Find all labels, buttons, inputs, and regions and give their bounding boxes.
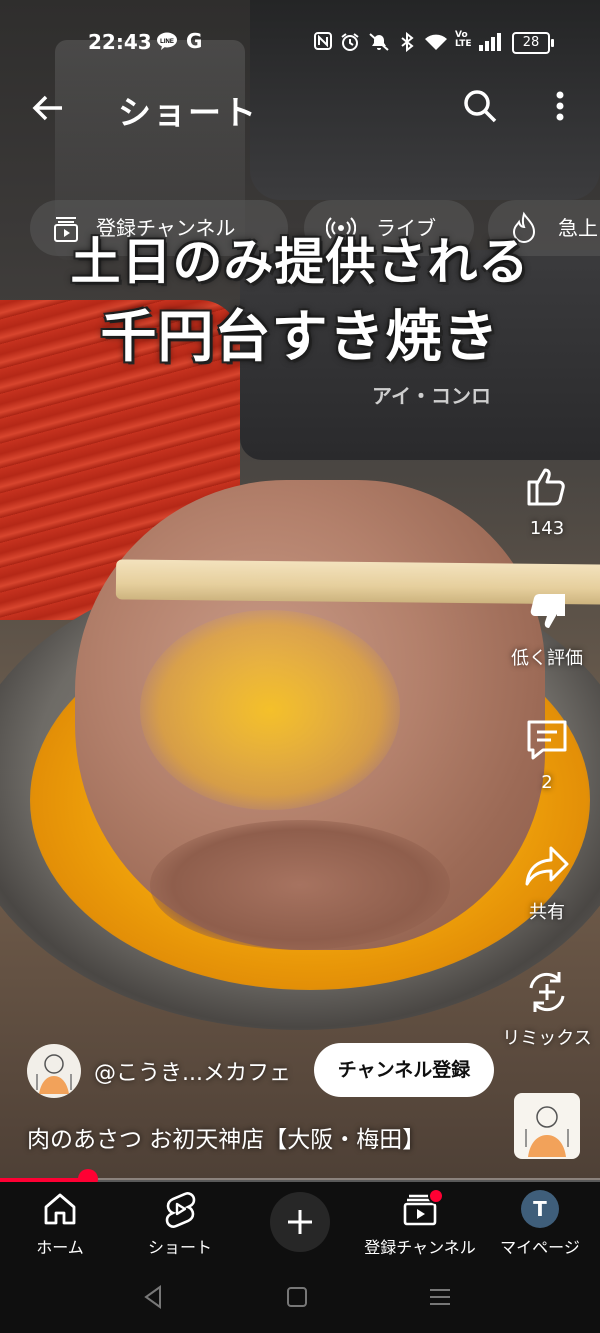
notification-dot: [428, 1188, 444, 1204]
nfc-icon: [314, 32, 332, 55]
video-title[interactable]: 肉のあさつ お初天神店【大阪・梅田】: [27, 1120, 425, 1154]
nav-my-page[interactable]: T マイページ: [480, 1190, 600, 1258]
search-button[interactable]: [460, 86, 500, 126]
alarm-icon: [340, 32, 360, 57]
status-time: 22:43: [88, 30, 152, 54]
page-title: ショート: [118, 93, 258, 132]
system-home-icon[interactable]: [282, 1282, 312, 1312]
more-vert-icon: [556, 91, 564, 121]
bottom-navigation: ホーム ショート 登録チャンネル T マイページ: [0, 1182, 600, 1262]
thumbnail-illustration: [525, 1106, 569, 1157]
remix-button[interactable]: リミックス: [500, 968, 594, 1050]
subscribe-button[interactable]: チャンネル登録: [314, 1043, 494, 1097]
more-options-button[interactable]: [545, 86, 575, 126]
home-icon: [44, 1193, 76, 1225]
like-count: 143: [529, 518, 565, 539]
video-caption-line-1: 土日のみ提供される: [70, 233, 530, 291]
shorts-screen: アイ・コンロ 22:43 LINE G Vo LTE 28 ショート 登録チャン…: [0, 0, 600, 1333]
wifi-icon: [424, 32, 448, 57]
channel-avatar-illustration: [36, 1054, 72, 1094]
avatar: T: [521, 1190, 559, 1228]
comment-count: 2: [541, 772, 553, 793]
system-back-icon[interactable]: [138, 1282, 168, 1312]
dislike-button[interactable]: 低く評価: [500, 588, 594, 670]
plus-icon: [288, 1210, 312, 1234]
remix-icon: [529, 972, 565, 1012]
line-icon: LINE: [156, 32, 178, 55]
share-icon: [525, 846, 569, 886]
google-icon: G: [186, 29, 203, 53]
channel-name[interactable]: @こうき...メカフェ: [94, 1055, 291, 1087]
share-label: 共有: [529, 902, 565, 923]
nav-home[interactable]: ホーム: [0, 1190, 120, 1258]
nav-label: ホーム: [36, 1238, 84, 1257]
egg-coating: [140, 610, 400, 810]
search-icon: [464, 90, 497, 123]
volte-icon: Vo LTE: [455, 30, 472, 49]
nav-label: 登録チャンネル: [364, 1238, 476, 1257]
remix-label: リミックス: [502, 1028, 592, 1049]
nav-subscriptions[interactable]: 登録チャンネル: [360, 1190, 480, 1258]
top-app-bar: ショート: [0, 80, 600, 140]
back-arrow-icon: [32, 95, 62, 121]
nav-shorts[interactable]: ショート: [120, 1190, 240, 1258]
system-navigation-bar: [0, 1262, 600, 1333]
system-recents-icon[interactable]: [425, 1282, 455, 1312]
like-button[interactable]: 143: [500, 462, 594, 539]
thumbs-up-icon: [527, 468, 565, 506]
comment-icon: [527, 720, 567, 760]
shorts-icon: [165, 1192, 196, 1228]
sound-remix-thumbnail[interactable]: [514, 1093, 580, 1159]
battery-icon: 28: [512, 32, 554, 54]
back-button[interactable]: [28, 88, 68, 128]
channel-avatar[interactable]: [27, 1044, 81, 1098]
nav-label: マイページ: [500, 1238, 580, 1257]
create-button[interactable]: [270, 1192, 330, 1252]
bluetooth-icon: [400, 31, 414, 57]
dislike-label: 低く評価: [511, 648, 583, 669]
background-appliance-label: アイ・コンロ: [372, 384, 491, 408]
line-icon-text: LINE: [160, 39, 174, 45]
meat-fold: [150, 820, 450, 950]
signal-icon: [478, 32, 504, 57]
video-caption-line-2: 千円台すき焼き: [100, 305, 500, 370]
share-button[interactable]: 共有: [500, 842, 594, 924]
comments-button[interactable]: 2: [500, 716, 594, 793]
thumbs-down-icon: [530, 594, 565, 628]
mute-icon: [368, 32, 390, 57]
status-bar: 22:43 LINE G Vo LTE 28: [0, 22, 600, 62]
nav-label: ショート: [147, 1238, 212, 1257]
